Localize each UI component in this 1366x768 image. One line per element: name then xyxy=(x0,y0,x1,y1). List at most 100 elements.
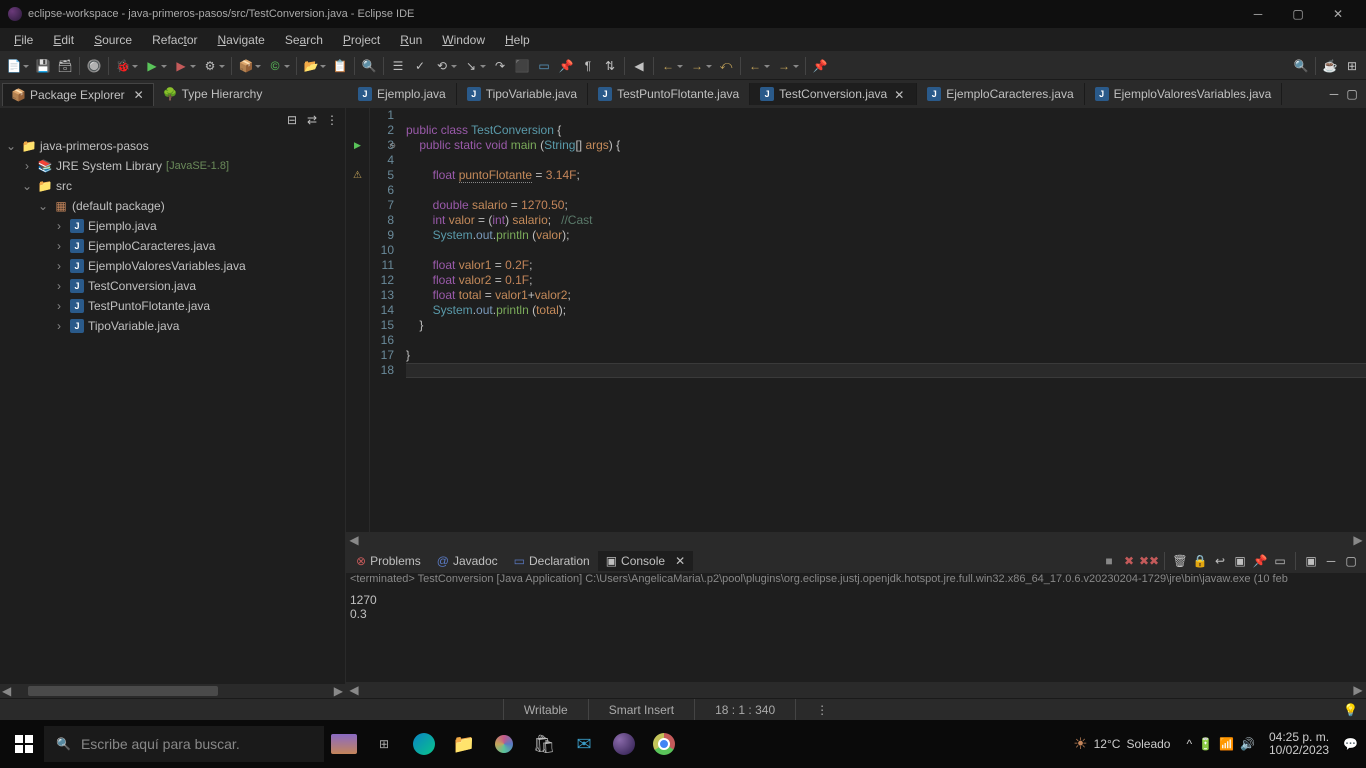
maximize-button[interactable]: ▢ xyxy=(1278,0,1318,28)
office-icon[interactable] xyxy=(484,724,524,764)
explorer-icon[interactable]: 📁 xyxy=(444,724,484,764)
view-menu-icon[interactable]: ⋮ xyxy=(323,111,341,129)
editor-tab-active[interactable]: JTestConversion.java✕ xyxy=(750,83,917,105)
breakpoint-icon[interactable]: ⬛ xyxy=(512,56,532,76)
eclipse-icon[interactable] xyxy=(604,724,644,764)
collapse-all-icon[interactable]: ⊟ xyxy=(283,111,301,129)
weather-icon[interactable]: ☀ xyxy=(1073,734,1087,754)
remove-all-icon[interactable]: ✖✖ xyxy=(1140,552,1158,570)
tab-console[interactable]: ▣Console✕ xyxy=(598,551,693,571)
sort-icon[interactable]: ⇅ xyxy=(600,56,620,76)
code-editor[interactable]: ▶ ⚠ 123⊖456789101112131415161718 public … xyxy=(346,108,1366,532)
chevron-down-icon[interactable]: ⌄ xyxy=(4,139,18,153)
maximize-editor-icon[interactable]: ▢ xyxy=(1344,86,1360,102)
tree-src[interactable]: ⌄ 📁 src xyxy=(0,176,345,196)
clear-console-icon[interactable]: 🗑 xyxy=(1171,552,1189,570)
tab-type-hierarchy[interactable]: 🌳 Type Hierarchy xyxy=(154,82,272,106)
prev-annotation-icon[interactable]: ◀ xyxy=(629,56,649,76)
menu-edit[interactable]: Edit xyxy=(43,30,84,50)
min-icon[interactable]: ─ xyxy=(1322,552,1340,570)
notifications-icon[interactable]: 💬 xyxy=(1343,737,1358,751)
menu-refactor[interactable]: Refactor xyxy=(142,30,207,50)
menu-run[interactable]: Run xyxy=(390,30,432,50)
start-button[interactable] xyxy=(4,724,44,764)
menu-navigate[interactable]: Navigate xyxy=(207,30,274,50)
perspective-java-icon[interactable]: ☕ xyxy=(1320,56,1340,76)
edge-icon[interactable] xyxy=(404,724,444,764)
run-marker-icon[interactable]: ▶ xyxy=(346,138,369,153)
menu-window[interactable]: Window xyxy=(432,30,495,50)
mark-icon[interactable]: ✓ xyxy=(410,56,430,76)
sidebar-hscroll[interactable]: ◀ ▶ xyxy=(0,684,345,698)
run-icon[interactable]: ▶ xyxy=(142,56,162,76)
close-button[interactable]: ✕ xyxy=(1318,0,1358,28)
wifi-icon[interactable]: 📶 xyxy=(1219,737,1234,751)
new-icon[interactable]: 📄 xyxy=(4,56,24,76)
separator-icon[interactable]: ¶ xyxy=(578,56,598,76)
close-icon[interactable]: ✕ xyxy=(133,89,145,101)
taskbar-clock[interactable]: 04:25 p. m. 10/02/2023 xyxy=(1261,731,1337,757)
tree-file[interactable]: ›J EjemploCaracteres.java xyxy=(0,236,345,256)
tree-project[interactable]: ⌄ 📁 java-primeros-pasos xyxy=(0,136,345,156)
annotation-icon[interactable]: ⟲ xyxy=(432,56,452,76)
scroll-thumb[interactable] xyxy=(28,686,218,696)
editor-tab[interactable]: JTipoVariable.java xyxy=(457,83,588,105)
quick-access-icon[interactable]: 🔍 xyxy=(1291,56,1311,76)
show-console-icon[interactable]: ▣ xyxy=(1231,552,1249,570)
menu-project[interactable]: Project xyxy=(333,30,390,50)
next2-icon[interactable]: → xyxy=(774,56,794,76)
pin-editor-icon[interactable]: 📌 xyxy=(810,56,830,76)
step-icon[interactable]: ↘ xyxy=(461,56,481,76)
save-icon[interactable]: 💾 xyxy=(33,56,53,76)
link-editor-icon[interactable]: ⇄ xyxy=(303,111,321,129)
pin-console-icon[interactable]: 📌 xyxy=(1251,552,1269,570)
run-last-icon[interactable]: ⚙ xyxy=(200,56,220,76)
chevron-right-icon[interactable]: › xyxy=(20,159,34,173)
tree-jre[interactable]: › 📚 JRE System Library [JavaSE-1.8] xyxy=(0,156,345,176)
tree-file[interactable]: ›J TestConversion.java xyxy=(0,276,345,296)
tray-chevron-icon[interactable]: ^ xyxy=(1186,737,1192,751)
close-icon[interactable]: ✕ xyxy=(894,88,906,100)
terminate-icon[interactable]: ■ xyxy=(1100,552,1118,570)
editor-tab[interactable]: JEjemplo.java xyxy=(348,83,457,105)
display-icon[interactable]: ▭ xyxy=(1271,552,1289,570)
scroll-lock-icon[interactable]: 🔒 xyxy=(1191,552,1209,570)
open-task-icon[interactable]: 📋 xyxy=(330,56,350,76)
search-icon[interactable]: 🔍 xyxy=(359,56,379,76)
tree-file[interactable]: ›J TipoVariable.java xyxy=(0,316,345,336)
open-type-icon[interactable]: 📂 xyxy=(301,56,321,76)
tab-javadoc[interactable]: @Javadoc xyxy=(429,551,506,571)
taskbar-app[interactable] xyxy=(324,724,364,764)
menu-file[interactable]: File xyxy=(4,30,43,50)
outline-icon[interactable]: ☰ xyxy=(388,56,408,76)
back-icon[interactable]: ← xyxy=(658,56,678,76)
new-package-icon[interactable]: 📦 xyxy=(236,56,256,76)
code-content[interactable]: public class TestConversion { public sta… xyxy=(400,108,1366,532)
chevron-down-icon[interactable]: ⌄ xyxy=(20,179,34,193)
console-hscroll[interactable]: ◀▶ xyxy=(346,682,1366,698)
task-view-icon[interactable]: ⊞ xyxy=(364,724,404,764)
next-icon[interactable]: ← xyxy=(745,56,765,76)
menu-source[interactable]: Source xyxy=(84,30,142,50)
tab-problems[interactable]: ⊗Problems xyxy=(348,551,429,571)
scroll-right-icon[interactable]: ▶ xyxy=(1350,532,1366,548)
forward-icon[interactable]: → xyxy=(687,56,707,76)
store-icon[interactable]: 🛍 xyxy=(524,724,564,764)
chevron-down-icon[interactable]: ⌄ xyxy=(36,199,50,213)
step-over-icon[interactable]: ↷ xyxy=(490,56,510,76)
debug-icon[interactable]: 🐞 xyxy=(113,56,133,76)
editor-tab[interactable]: JTestPuntoFlotante.java xyxy=(588,83,750,105)
taskbar-search[interactable]: 🔍 Escribe aquí para buscar. xyxy=(44,726,324,762)
tree-package[interactable]: ⌄ ▦ (default package) xyxy=(0,196,345,216)
tip-icon[interactable]: 💡 xyxy=(1343,703,1358,717)
tree-file[interactable]: › J Ejemplo.java xyxy=(0,216,345,236)
max-icon[interactable]: ▢ xyxy=(1342,552,1360,570)
word-wrap-icon[interactable]: ↩ xyxy=(1211,552,1229,570)
minimize-button[interactable]: ─ xyxy=(1238,0,1278,28)
minimize-editor-icon[interactable]: ─ xyxy=(1326,86,1342,102)
pin-icon[interactable]: 📌 xyxy=(556,56,576,76)
status-menu-icon[interactable]: ⋮ xyxy=(795,699,848,720)
console-output[interactable]: 1270 0.3 xyxy=(346,591,1366,682)
last-edit-icon[interactable]: ⤺ xyxy=(716,56,736,76)
tab-declaration[interactable]: ▭Declaration xyxy=(506,551,598,571)
